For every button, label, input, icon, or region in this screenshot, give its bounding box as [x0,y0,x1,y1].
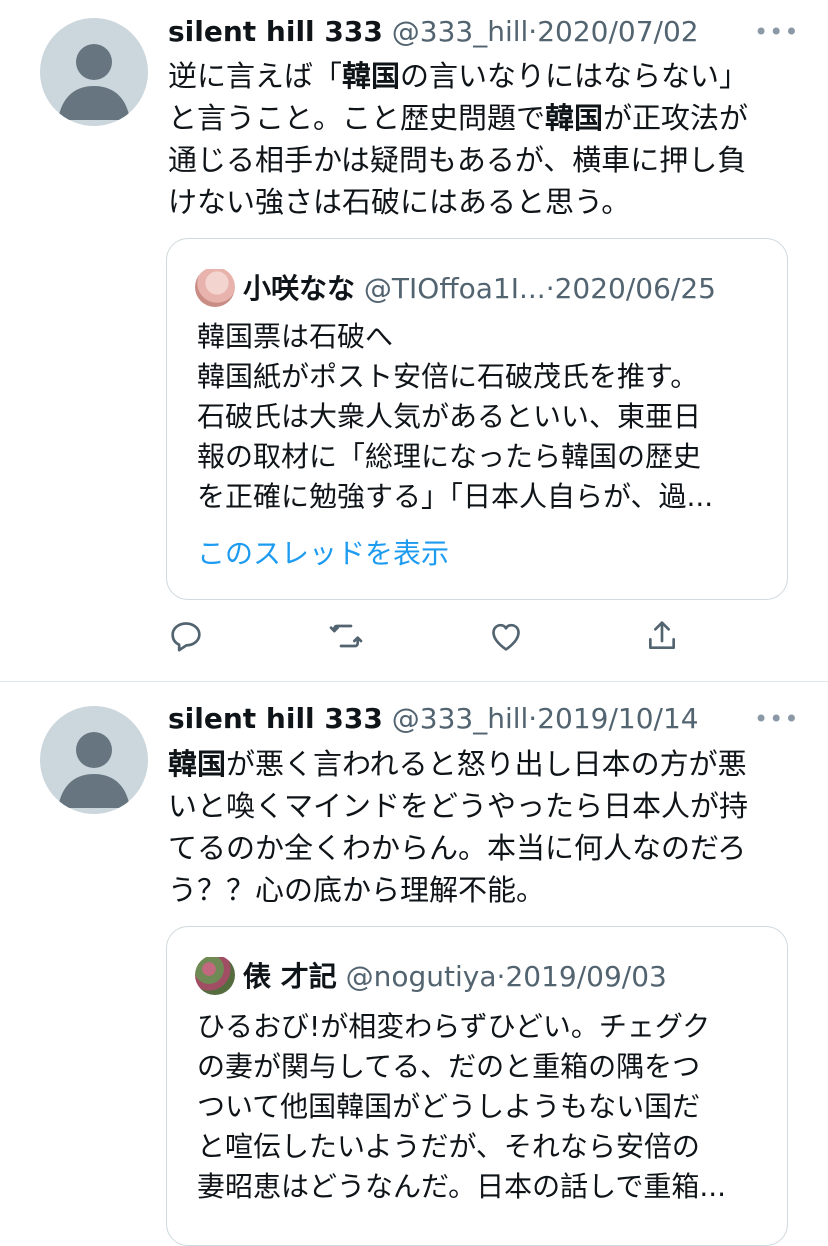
quote-text-line: を正確に勉強する」「日本人自らが、過... [197,480,714,513]
tweet-text-line: 韓国が悪く言われると怒り出し日本の方が悪 [168,743,793,785]
quote-date: 2020/06/25 [554,272,716,305]
text-segment: が悪く言われると怒り出し日本の方が悪 [226,747,747,781]
tweet-text-line: けない強さは石破にはあると思う。 [168,181,793,223]
share-icon[interactable] [642,616,682,656]
text-segment: 逆に言えば「 [168,59,343,93]
separator: · [545,272,555,305]
quote-header: 俵 才記 @nogutiya·2019/09/03 [195,957,767,997]
quote-text: 韓国票は石破へ 韓国紙がポスト安倍に石破茂氏を推す。 石破氏は大衆人気があるとい… [197,317,762,517]
retweet-icon[interactable] [326,616,366,656]
show-thread-link[interactable]: このスレッドを表示 [197,534,449,574]
quoted-tweet[interactable]: 俵 才記 @nogutiya·2019/09/03 ひるおび!が相変わらずひどい… [166,926,788,1246]
quote-text-line: ついて他国韓国がどうしようもない国だ [197,1090,701,1123]
display-name[interactable]: silent hill 333 [168,702,383,735]
tweet-1[interactable]: silent hill 333 @333_hill·2020/07/02 •••… [0,0,828,680]
text-segment: う？？心の底から理解不能。 [168,873,546,907]
tweet-header: silent hill 333 @333_hill·2019/10/14 [168,699,808,739]
more-icon[interactable]: ••• [754,12,798,52]
tweet-text: 逆に言えば「韓国の言いなりにはならない」 と言うこと。こと歴史問題で韓国が正攻法… [168,55,793,223]
quote-text-line: と喧伝したいようだが、それなら安倍の [197,1130,700,1163]
like-icon[interactable] [486,616,526,656]
quote-header: 小咲なな @TIOffoa1I...·2020/06/25 [195,269,767,309]
tweet-text: 韓国が悪く言われると怒り出し日本の方が悪 いと喚くマインドをどうやったら日本人が… [168,743,793,911]
default-avatar-icon [58,732,130,808]
quote-text-line: 韓国紙がポスト安倍に石破茂氏を推す。 [197,360,699,393]
tweet-text-line: いと喚くマインドをどうやったら日本人が持 [168,785,793,827]
quote-text-line: ひるおび!が相変わらずひどい。チェグク [197,1010,711,1043]
text-segment: 通じる相手かは疑問もあるが、横車に押し負 [168,143,747,177]
more-icon[interactable]: ••• [754,699,798,739]
quote-text-line: 妻昭恵はどうなんだ。日本の話しで重箱... [197,1170,727,1203]
quote-date: 2019/09/03 [505,960,667,993]
highlighted-keyword: 韓国 [168,747,227,781]
tweet-text-line: 通じる相手かは疑問もあるが、横車に押し負 [168,139,793,181]
quote-handle: @TIOffoa1I... [363,272,546,305]
tweet-text-line: う？？心の底から理解不能。 [168,869,793,911]
highlighted-keyword: 韓国 [342,59,401,93]
tweet-date[interactable]: 2019/10/14 [537,702,698,735]
quote-text-line: 報の取材に「総理になったら韓国の歴史 [197,440,702,473]
quoted-tweet[interactable]: 小咲なな @TIOffoa1I...·2020/06/25 韓国票は石破へ 韓国… [166,238,788,600]
quote-handle: @nogutiya [345,960,497,993]
avatar[interactable] [40,706,148,814]
reply-icon[interactable] [166,616,206,656]
quote-display-name: 俵 才記 [243,960,337,993]
user-handle[interactable]: @333_hill [392,15,529,48]
text-segment: と言うこと。こと歴史問題で [168,101,546,135]
quote-text-line: 韓国票は石破へ [197,320,394,353]
text-segment: いと喚くマインドをどうやったら日本人が持 [168,789,749,823]
tweet-actions [166,616,726,656]
tweet-date[interactable]: 2020/07/02 [537,15,698,48]
separator: · [528,702,538,735]
text-segment: の言いなりにはならない」 [400,59,749,93]
default-avatar-icon [58,44,130,120]
tweet-2[interactable]: silent hill 333 @333_hill·2019/10/14 •••… [0,682,828,1246]
quote-avatar [195,269,235,307]
text-segment: けない強さは石破にはあると思う。 [168,185,631,219]
tweet-text-line: と言うこと。こと歴史問題で韓国が正攻法が [168,97,793,139]
quote-avatar [195,957,235,995]
tweet-text-line: てるのか全くわからん。本当に何人なのだろ [168,827,793,869]
avatar[interactable] [40,18,148,126]
separator: · [528,15,538,48]
tweet-header: silent hill 333 @333_hill·2020/07/02 [168,12,808,52]
tweet-text-line: 逆に言えば「韓国の言いなりにはならない」 [168,55,793,97]
quote-text-line: 石破氏は大衆人気があるといい、東亜日 [197,400,702,433]
highlighted-keyword: 韓国 [545,101,604,135]
quote-text: ひるおび!が相変わらずひどい。チェグク の妻が関与してる、だのと重箱の隅をつ つ… [197,1007,762,1207]
text-segment: てるのか全くわからん。本当に何人なのだろ [168,831,747,865]
quote-display-name: 小咲なな [243,272,356,305]
quote-text-line: の妻が関与してる、だのと重箱の隅をつ [197,1050,701,1083]
text-segment: が正攻法が [603,101,749,135]
user-handle[interactable]: @333_hill [392,702,529,735]
display-name[interactable]: silent hill 333 [168,15,383,48]
